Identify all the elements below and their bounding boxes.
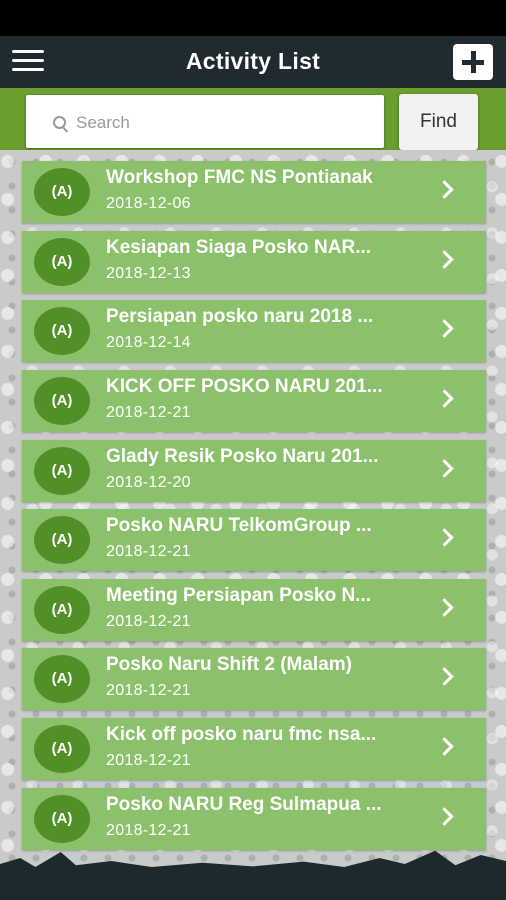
- item-title: Posko NARU TelkomGroup ...: [106, 515, 372, 536]
- item-date: 2018-12-21: [106, 682, 191, 699]
- chevron-right-icon: [435, 250, 454, 269]
- item-date: 2018-12-21: [106, 613, 191, 630]
- item-title: Posko NARU Reg Sulmapua ...: [106, 794, 382, 815]
- list-item[interactable]: (A) Posko Naru Shift 2 (Malam) 2018-12-2…: [22, 648, 486, 710]
- list-item[interactable]: (A) Kesiapan Siaga Posko NAR... 2018-12-…: [22, 231, 486, 293]
- broadcast-icon: (A): [34, 516, 90, 564]
- item-date: 2018-12-21: [106, 752, 191, 769]
- item-date: 2018-12-20: [106, 474, 191, 491]
- chevron-right-icon: [435, 319, 454, 338]
- broadcast-icon: (A): [34, 795, 90, 843]
- item-title: Glady Resik Posko Naru 201...: [106, 446, 379, 467]
- chevron-right-icon: [435, 807, 454, 826]
- broadcast-icon: (A): [34, 307, 90, 355]
- item-date: 2018-12-13: [106, 265, 191, 282]
- list-item[interactable]: (A) Workshop FMC NS Pontianak 2018-12-06: [22, 161, 486, 223]
- list-item[interactable]: (A) Kick off posko naru fmc nsa... 2018-…: [22, 718, 486, 780]
- broadcast-icon: (A): [34, 447, 90, 495]
- broadcast-icon: (A): [34, 586, 90, 634]
- activity-list[interactable]: (A) Workshop FMC NS Pontianak 2018-12-06…: [0, 150, 506, 900]
- search-box[interactable]: [26, 95, 384, 148]
- item-date: 2018-12-21: [106, 822, 191, 839]
- find-button[interactable]: Find: [399, 94, 478, 150]
- item-title: KICK OFF POSKO NARU 201...: [106, 376, 383, 397]
- list-item[interactable]: (A) Glady Resik Posko Naru 201... 2018-1…: [22, 440, 486, 502]
- item-date: 2018-12-06: [106, 195, 191, 212]
- chevron-right-icon: [435, 389, 454, 408]
- item-date: 2018-12-14: [106, 334, 191, 351]
- chevron-right-icon: [435, 180, 454, 199]
- add-activity-button[interactable]: [453, 44, 493, 80]
- item-title: Persiapan posko naru 2018 ...: [106, 306, 374, 327]
- app-bar: Activity List: [0, 36, 506, 88]
- page-title: Activity List: [185, 48, 321, 74]
- item-title: Kick off posko naru fmc nsa...: [106, 724, 377, 745]
- search-bar: Find: [0, 88, 506, 150]
- list-item[interactable]: (A) Posko NARU Reg Sulmapua ... 2018-12-…: [22, 788, 486, 850]
- broadcast-icon: (A): [34, 655, 90, 703]
- item-title: Kesiapan Siaga Posko NAR...: [106, 237, 372, 258]
- chevron-right-icon: [435, 528, 454, 547]
- item-title: Meeting Persiapan Posko N...: [106, 585, 372, 606]
- list-item[interactable]: (A) KICK OFF POSKO NARU 201... 2018-12-2…: [22, 370, 486, 432]
- search-icon: [53, 116, 66, 129]
- chevron-right-icon: [435, 459, 454, 478]
- broadcast-icon: (A): [34, 238, 90, 286]
- item-date: 2018-12-21: [106, 404, 191, 421]
- list-item[interactable]: (A) Persiapan posko naru 2018 ... 2018-1…: [22, 300, 486, 362]
- broadcast-icon: (A): [34, 725, 90, 773]
- item-title: Posko Naru Shift 2 (Malam): [106, 654, 352, 675]
- status-bar: [0, 0, 506, 36]
- broadcast-icon: (A): [34, 168, 90, 216]
- chevron-right-icon: [435, 737, 454, 756]
- list-item[interactable]: (A) Meeting Persiapan Posko N... 2018-12…: [22, 579, 486, 641]
- chevron-right-icon: [435, 598, 454, 617]
- chevron-right-icon: [435, 667, 454, 686]
- item-date: 2018-12-21: [106, 543, 191, 560]
- broadcast-icon: (A): [34, 377, 90, 425]
- item-title: Workshop FMC NS Pontianak: [106, 167, 373, 188]
- search-input[interactable]: [74, 109, 368, 137]
- list-item[interactable]: (A) Posko NARU TelkomGroup ... 2018-12-2…: [22, 509, 486, 571]
